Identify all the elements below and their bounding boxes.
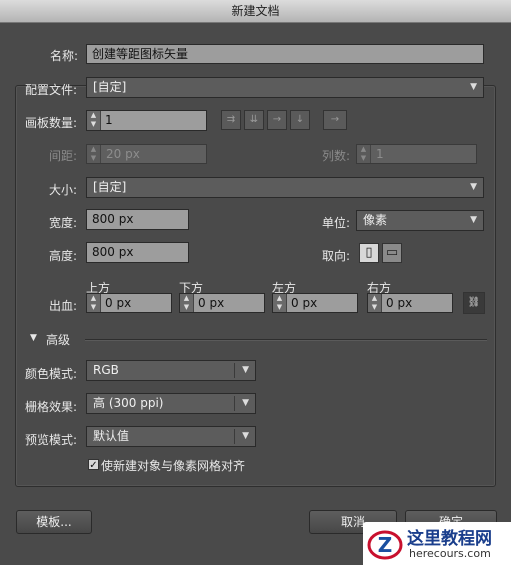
dropdown-arrow-icon: ▼ bbox=[470, 182, 477, 192]
align-pixel-label[interactable]: 使新建对象与像素网格对齐 bbox=[101, 457, 245, 474]
layout-direction-icon[interactable]: → bbox=[323, 110, 347, 130]
advanced-divider bbox=[85, 339, 487, 341]
stepper-icon[interactable]: ▲ ▼ bbox=[180, 294, 194, 312]
raster-value: 高 (300 ppi) bbox=[93, 396, 164, 410]
stepper-icon[interactable]: ▲ ▼ bbox=[273, 294, 287, 312]
color-mode-value: RGB bbox=[93, 363, 119, 377]
dropdown-arrow-icon: ▼ bbox=[242, 431, 249, 441]
color-mode-dropdown[interactable]: RGB ▼ bbox=[86, 360, 256, 381]
raster-dropdown[interactable]: 高 (300 ppi) ▼ bbox=[86, 393, 256, 414]
columns-input: ▲ ▼ 1 bbox=[356, 144, 477, 164]
preview-dropdown[interactable]: 默认值 ▼ bbox=[86, 426, 256, 447]
orientation-label: 取向: bbox=[322, 249, 351, 263]
height-input[interactable]: 800 px bbox=[86, 242, 189, 263]
profile-dropdown[interactable]: [自定] ▼ bbox=[86, 77, 484, 98]
artboards-label: 画板数量: bbox=[25, 116, 78, 130]
spacing-value: 20 px bbox=[106, 147, 140, 161]
spacing-input: ▲ ▼ 20 px bbox=[86, 144, 207, 164]
stepper-icon: ▲ ▼ bbox=[357, 145, 371, 163]
portrait-icon[interactable]: ▯ bbox=[359, 243, 379, 263]
stepper-icon[interactable]: ▲ ▼ bbox=[368, 294, 382, 312]
grid-by-column-icon[interactable]: ⇊ bbox=[244, 110, 264, 130]
bleed-left-input[interactable]: ▲ ▼ 0 px bbox=[272, 293, 358, 313]
bleed-bottom-input[interactable]: ▲ ▼ 0 px bbox=[179, 293, 265, 313]
width-label: 宽度: bbox=[49, 216, 78, 230]
landscape-icon[interactable]: ▭ bbox=[382, 243, 402, 263]
dropdown-arrow-icon: ▼ bbox=[470, 215, 477, 225]
align-pixel-checkbox[interactable]: ✓ bbox=[88, 459, 99, 471]
stepper-icon[interactable]: ▲ ▼ bbox=[87, 111, 101, 130]
preview-value: 默认值 bbox=[93, 429, 130, 443]
watermark: Z 这里教程网 herecours.com bbox=[363, 522, 511, 565]
units-label: 单位: bbox=[322, 216, 351, 230]
columns-label: 列数: bbox=[322, 149, 351, 163]
arrange-by-column-icon[interactable]: ↓ bbox=[290, 110, 310, 130]
templates-button[interactable]: 模板... bbox=[16, 510, 92, 534]
collapse-triangle-icon[interactable]: ▼ bbox=[30, 333, 37, 343]
watermark-logo-icon: Z bbox=[367, 530, 403, 560]
bleed-top-input[interactable]: ▲ ▼ 0 px bbox=[86, 293, 172, 313]
width-input[interactable]: 800 px bbox=[86, 209, 189, 230]
watermark-url: herecours.com bbox=[409, 547, 491, 560]
spacing-label: 间距: bbox=[49, 149, 78, 163]
name-label: 名称: bbox=[50, 49, 79, 63]
arrange-by-row-icon[interactable]: → bbox=[267, 110, 287, 130]
dropdown-separator bbox=[234, 396, 235, 411]
units-dropdown[interactable]: 像素 ▼ bbox=[356, 210, 484, 231]
size-label: 大小: bbox=[49, 183, 78, 197]
height-label: 高度: bbox=[49, 249, 78, 263]
size-dropdown[interactable]: [自定] ▼ bbox=[86, 177, 484, 198]
dropdown-arrow-icon: ▼ bbox=[242, 365, 249, 375]
dropdown-arrow-icon: ▼ bbox=[242, 398, 249, 408]
name-input[interactable]: 创建等距图标矢量 bbox=[86, 44, 484, 64]
advanced-label[interactable]: 高级 bbox=[46, 331, 70, 348]
color-mode-label: 颜色模式: bbox=[25, 367, 78, 381]
grid-by-row-icon[interactable]: ⇉ bbox=[221, 110, 241, 130]
bleed-left-value: 0 px bbox=[291, 296, 318, 310]
link-icon[interactable]: ⛓ bbox=[463, 292, 485, 314]
window-title: 新建文档 bbox=[0, 0, 511, 23]
bleed-top-value: 0 px bbox=[105, 296, 132, 310]
bleed-label: 出血: bbox=[49, 299, 78, 313]
preview-label: 预览模式: bbox=[25, 433, 78, 447]
profile-value: [自定] bbox=[93, 80, 127, 94]
svg-text:Z: Z bbox=[378, 533, 393, 557]
size-value: [自定] bbox=[93, 180, 127, 194]
bleed-right-input[interactable]: ▲ ▼ 0 px bbox=[367, 293, 453, 313]
artboards-input[interactable]: ▲ ▼ 1 bbox=[86, 110, 207, 131]
stepper-icon[interactable]: ▲ ▼ bbox=[87, 294, 101, 312]
stepper-icon: ▲ ▼ bbox=[87, 145, 101, 163]
raster-label: 栅格效果: bbox=[25, 400, 78, 414]
watermark-text: 这里教程网 bbox=[407, 529, 492, 549]
bleed-bottom-value: 0 px bbox=[198, 296, 225, 310]
dropdown-separator bbox=[234, 363, 235, 378]
profile-label: 配置文件: bbox=[25, 83, 78, 97]
artboards-value: 1 bbox=[105, 113, 113, 127]
dropdown-arrow-icon: ▼ bbox=[470, 82, 477, 92]
bleed-right-value: 0 px bbox=[386, 296, 413, 310]
columns-value: 1 bbox=[376, 147, 384, 161]
units-value: 像素 bbox=[363, 213, 388, 227]
dropdown-separator bbox=[234, 429, 235, 444]
